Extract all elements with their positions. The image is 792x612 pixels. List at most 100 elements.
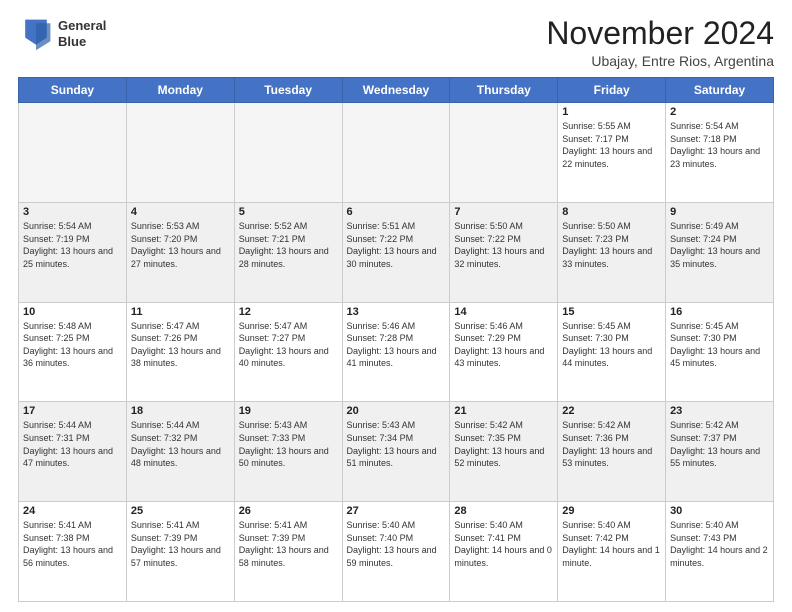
- day-info: Sunrise: 5:40 AM Sunset: 7:43 PM Dayligh…: [670, 519, 769, 569]
- calendar-week-3: 17 Sunrise: 5:44 AM Sunset: 7:31 PM Dayli…: [19, 402, 774, 502]
- day-info: Sunrise: 5:47 AM Sunset: 7:26 PM Dayligh…: [131, 320, 230, 370]
- table-row: 9Sunrise: 5:49 AM Sunset: 7:24 PM Daylig…: [666, 202, 774, 302]
- day-info: Sunrise: 5:50 AM Sunset: 7:22 PM Dayligh…: [454, 220, 553, 270]
- day-info: Sunrise: 5:45 AM Sunset: 7:30 PM Dayligh…: [670, 320, 769, 370]
- table-row: 4 Sunrise: 5:53 AM Sunset: 7:20 PM Daylig…: [126, 202, 234, 302]
- day-number: 16: [670, 306, 769, 318]
- day-info: Sunrise: 5:40 AM Sunset: 7:40 PM Dayligh…: [347, 519, 446, 569]
- col-monday: Monday: [126, 78, 234, 103]
- table-row: 5 Sunrise: 5:52 AM Sunset: 7:21 PM Daylig…: [234, 202, 342, 302]
- day-info: Sunrise: 5:42 AM Sunset: 7:37 PM Dayligh…: [670, 419, 769, 469]
- table-row: [234, 103, 342, 203]
- table-row: 23 Sunrise: 5:42 AM Sunset: 7:37 PM Dayli…: [666, 402, 774, 502]
- table-row: 1Sunrise: 5:55 AM Sunset: 7:17 PM Daylig…: [558, 103, 666, 203]
- day-info: Sunrise: 5:41 AM Sunset: 7:38 PM Dayligh…: [23, 519, 122, 569]
- day-info: Sunrise: 5:43 AM Sunset: 7:33 PM Dayligh…: [239, 419, 338, 469]
- table-row: 13Sunrise: 5:46 AM Sunset: 7:28 PM Dayli…: [342, 302, 450, 402]
- day-number: 26: [239, 505, 338, 517]
- table-row: 16 Sunrise: 5:45 AM Sunset: 7:30 PM Dayli…: [666, 302, 774, 402]
- calendar-body: 1Sunrise: 5:55 AM Sunset: 7:17 PM Daylig…: [19, 103, 774, 602]
- table-row: 12 Sunrise: 5:47 AM Sunset: 7:27 PM Dayli…: [234, 302, 342, 402]
- day-info: Sunrise: 5:45 AM Sunset: 7:30 PM Dayligh…: [562, 320, 661, 370]
- day-number: 8: [562, 206, 661, 218]
- logo: General Blue: [18, 16, 106, 52]
- logo-line2: Blue: [58, 34, 106, 50]
- table-row: 2 Sunrise: 5:54 AM Sunset: 7:18 PM Daylig…: [666, 103, 774, 203]
- table-row: 19 Sunrise: 5:43 AM Sunset: 7:33 PM Dayli…: [234, 402, 342, 502]
- day-info: Sunrise: 5:54 AM Sunset: 7:19 PM Dayligh…: [23, 220, 122, 270]
- day-number: 29: [562, 505, 661, 517]
- table-row: 28Sunrise: 5:40 AM Sunset: 7:41 PM Dayli…: [450, 502, 558, 602]
- day-number: 18: [131, 405, 230, 417]
- table-row: 30 Sunrise: 5:40 AM Sunset: 7:43 PM Dayli…: [666, 502, 774, 602]
- table-row: 25 Sunrise: 5:41 AM Sunset: 7:39 PM Dayli…: [126, 502, 234, 602]
- day-number: 21: [454, 405, 553, 417]
- day-number: 19: [239, 405, 338, 417]
- day-number: 12: [239, 306, 338, 318]
- table-row: 29Sunrise: 5:40 AM Sunset: 7:42 PM Dayli…: [558, 502, 666, 602]
- day-info: Sunrise: 5:43 AM Sunset: 7:34 PM Dayligh…: [347, 419, 446, 469]
- day-number: 27: [347, 505, 446, 517]
- calendar-table: Sunday Monday Tuesday Wednesday Thursday…: [18, 77, 774, 602]
- day-number: 22: [562, 405, 661, 417]
- day-info: Sunrise: 5:54 AM Sunset: 7:18 PM Dayligh…: [670, 120, 769, 170]
- day-number: 7: [454, 206, 553, 218]
- day-info: Sunrise: 5:46 AM Sunset: 7:29 PM Dayligh…: [454, 320, 553, 370]
- table-row: [450, 103, 558, 203]
- calendar-week-1: 3Sunrise: 5:54 AM Sunset: 7:19 PM Daylig…: [19, 202, 774, 302]
- day-info: Sunrise: 5:42 AM Sunset: 7:36 PM Dayligh…: [562, 419, 661, 469]
- day-number: 23: [670, 405, 769, 417]
- page: General Blue November 2024 Ubajay, Entre…: [0, 0, 792, 612]
- day-number: 5: [239, 206, 338, 218]
- day-info: Sunrise: 5:42 AM Sunset: 7:35 PM Dayligh…: [454, 419, 553, 469]
- table-row: 22 Sunrise: 5:42 AM Sunset: 7:36 PM Dayli…: [558, 402, 666, 502]
- table-row: [126, 103, 234, 203]
- day-info: Sunrise: 5:41 AM Sunset: 7:39 PM Dayligh…: [131, 519, 230, 569]
- day-number: 20: [347, 405, 446, 417]
- day-number: 25: [131, 505, 230, 517]
- day-number: 11: [131, 306, 230, 318]
- calendar-week-2: 10Sunrise: 5:48 AM Sunset: 7:25 PM Dayli…: [19, 302, 774, 402]
- table-row: 14 Sunrise: 5:46 AM Sunset: 7:29 PM Dayli…: [450, 302, 558, 402]
- day-info: Sunrise: 5:48 AM Sunset: 7:25 PM Dayligh…: [23, 320, 122, 370]
- table-row: 21 Sunrise: 5:42 AM Sunset: 7:35 PM Dayli…: [450, 402, 558, 502]
- day-info: Sunrise: 5:50 AM Sunset: 7:23 PM Dayligh…: [562, 220, 661, 270]
- title-block: November 2024 Ubajay, Entre Rios, Argent…: [546, 16, 774, 69]
- day-info: Sunrise: 5:44 AM Sunset: 7:31 PM Dayligh…: [23, 419, 122, 469]
- col-friday: Friday: [558, 78, 666, 103]
- day-info: Sunrise: 5:41 AM Sunset: 7:39 PM Dayligh…: [239, 519, 338, 569]
- day-number: 30: [670, 505, 769, 517]
- day-number: 9: [670, 206, 769, 218]
- logo-line1: General: [58, 18, 106, 34]
- table-row: 11 Sunrise: 5:47 AM Sunset: 7:26 PM Dayli…: [126, 302, 234, 402]
- table-row: [19, 103, 127, 203]
- table-row: 6Sunrise: 5:51 AM Sunset: 7:22 PM Daylig…: [342, 202, 450, 302]
- logo-text: General Blue: [58, 18, 106, 49]
- table-row: 27 Sunrise: 5:40 AM Sunset: 7:40 PM Dayli…: [342, 502, 450, 602]
- day-info: Sunrise: 5:53 AM Sunset: 7:20 PM Dayligh…: [131, 220, 230, 270]
- logo-icon: [18, 16, 54, 52]
- day-number: 4: [131, 206, 230, 218]
- col-saturday: Saturday: [666, 78, 774, 103]
- table-row: 17 Sunrise: 5:44 AM Sunset: 7:31 PM Dayli…: [19, 402, 127, 502]
- col-sunday: Sunday: [19, 78, 127, 103]
- day-number: 1: [562, 106, 661, 118]
- table-row: 18Sunrise: 5:44 AM Sunset: 7:32 PM Dayli…: [126, 402, 234, 502]
- day-info: Sunrise: 5:52 AM Sunset: 7:21 PM Dayligh…: [239, 220, 338, 270]
- calendar-week-4: 24 Sunrise: 5:41 AM Sunset: 7:38 PM Dayli…: [19, 502, 774, 602]
- month-title: November 2024: [546, 16, 774, 51]
- day-number: 14: [454, 306, 553, 318]
- table-row: 8 Sunrise: 5:50 AM Sunset: 7:23 PM Daylig…: [558, 202, 666, 302]
- col-tuesday: Tuesday: [234, 78, 342, 103]
- day-number: 13: [347, 306, 446, 318]
- col-thursday: Thursday: [450, 78, 558, 103]
- day-number: 15: [562, 306, 661, 318]
- day-number: 2: [670, 106, 769, 118]
- table-row: 26 Sunrise: 5:41 AM Sunset: 7:39 PM Dayli…: [234, 502, 342, 602]
- table-row: 24 Sunrise: 5:41 AM Sunset: 7:38 PM Dayli…: [19, 502, 127, 602]
- day-info: Sunrise: 5:47 AM Sunset: 7:27 PM Dayligh…: [239, 320, 338, 370]
- day-number: 24: [23, 505, 122, 517]
- table-row: 15 Sunrise: 5:45 AM Sunset: 7:30 PM Dayli…: [558, 302, 666, 402]
- day-number: 17: [23, 405, 122, 417]
- col-wednesday: Wednesday: [342, 78, 450, 103]
